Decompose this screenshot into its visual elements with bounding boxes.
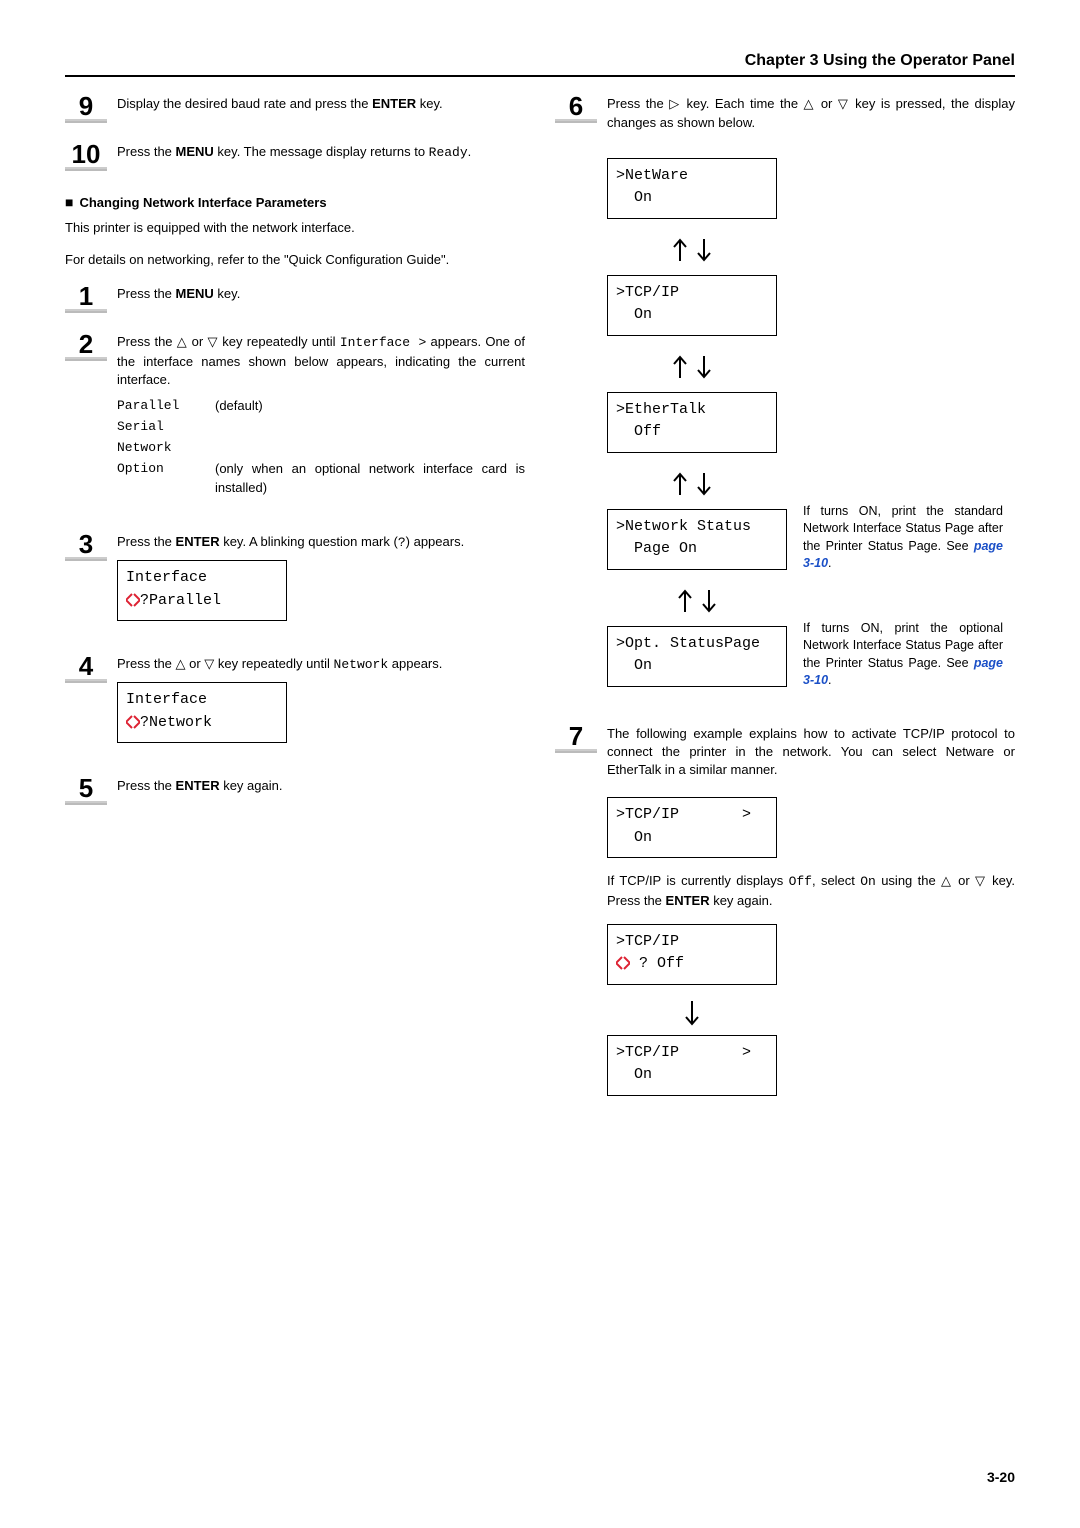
arrow-down-icon bbox=[607, 999, 777, 1027]
intro-paragraph-1: This printer is equipped with the networ… bbox=[65, 219, 525, 237]
step7-text: The following example explains how to ac… bbox=[607, 726, 1015, 777]
lcd-box-network-status: >Network Status Page On bbox=[607, 509, 787, 570]
step-4: 4 Press the △ or ▽ key repeatedly until … bbox=[65, 653, 525, 757]
ready-text: Ready bbox=[429, 145, 468, 160]
blink-cursor-icon bbox=[126, 715, 140, 729]
enter-key: ENTER bbox=[176, 778, 220, 793]
note-network-status: If turns ON, print the standard Network … bbox=[803, 501, 1003, 573]
lcd-box-tcpip-select: >TCP/IP > On bbox=[607, 797, 777, 858]
lcd-box-tcpip-on: >TCP/IP > On bbox=[607, 1035, 777, 1096]
step-7: 7 The following example explains how to … bbox=[555, 723, 1015, 780]
iface-parallel: Parallel bbox=[117, 397, 197, 415]
lcd-box-tcpip-off: >TCP/IP ? Off bbox=[607, 924, 777, 985]
arrow-up-down-icon bbox=[607, 471, 777, 497]
step-3: 3 Press the ENTER key. A blinking questi… bbox=[65, 531, 525, 635]
lcd-box-netware: >NetWare On bbox=[607, 158, 777, 219]
interface-text: Interface > bbox=[340, 335, 426, 350]
step-number-1: 1 bbox=[65, 283, 107, 313]
enter-key: ENTER bbox=[666, 893, 710, 908]
left-column: 9 Display the desired baud rate and pres… bbox=[65, 93, 525, 1109]
iface-option: Option bbox=[117, 460, 197, 496]
interface-list: Parallel(default) Serial Network Option(… bbox=[117, 397, 525, 497]
step-5: 5 Press the ENTER key again. bbox=[65, 775, 525, 805]
tcpip-note: If TCP/IP is currently displays Off, sel… bbox=[607, 872, 1015, 909]
menu-key: MENU bbox=[176, 286, 214, 301]
iface-serial: Serial bbox=[117, 418, 197, 436]
step-number-6: 6 bbox=[555, 93, 597, 123]
step-number-5: 5 bbox=[65, 775, 107, 805]
iface-network: Network bbox=[117, 439, 197, 457]
lcd-box-ethertalk: >EtherTalk Off bbox=[607, 392, 777, 453]
step6-text: Press the ▷ key. Each time the △ or ▽ ke… bbox=[607, 96, 1015, 129]
section-heading: Changing Network Interface Parameters bbox=[65, 193, 525, 213]
step-number-7: 7 bbox=[555, 723, 597, 753]
step10-text: Press the bbox=[117, 144, 176, 159]
arrow-up-down-icon bbox=[607, 588, 787, 614]
step-2: 2 Press the △ or ▽ key repeatedly until … bbox=[65, 331, 525, 513]
step-10: 10 Press the MENU key. The message displ… bbox=[65, 141, 525, 171]
step-number-3: 3 bbox=[65, 531, 107, 561]
lcd-box-opt-status: >Opt. StatusPage On bbox=[607, 626, 787, 687]
lcd-box-parallel: Interface ?Parallel bbox=[117, 560, 287, 621]
step9-text: Display the desired baud rate and press … bbox=[117, 96, 372, 111]
chapter-title: Chapter 3 Using the Operator Panel bbox=[745, 52, 1015, 69]
enter-key: ENTER bbox=[372, 96, 416, 111]
blink-cursor-icon bbox=[616, 956, 630, 970]
step-number-10: 10 bbox=[65, 141, 107, 171]
lcd-box-network: Interface ?Network bbox=[117, 682, 287, 743]
step-9: 9 Display the desired baud rate and pres… bbox=[65, 93, 525, 123]
enter-key: ENTER bbox=[176, 534, 220, 549]
menu-key: MENU bbox=[176, 144, 214, 159]
note-opt-status: If turns ON, print the optional Network … bbox=[803, 618, 1003, 690]
page-header: Chapter 3 Using the Operator Panel bbox=[65, 50, 1015, 77]
network-text: Network bbox=[334, 657, 389, 672]
blink-cursor-icon bbox=[126, 593, 140, 607]
step-number-2: 2 bbox=[65, 331, 107, 361]
right-column: 6 Press the ▷ key. Each time the △ or ▽ … bbox=[555, 93, 1015, 1109]
step-number-4: 4 bbox=[65, 653, 107, 683]
step-6: 6 Press the ▷ key. Each time the △ or ▽ … bbox=[555, 93, 1015, 131]
page-number: 3-20 bbox=[987, 1468, 1015, 1488]
lcd-box-tcpip: >TCP/IP On bbox=[607, 275, 777, 336]
step-1: 1 Press the MENU key. bbox=[65, 283, 525, 313]
intro-paragraph-2: For details on networking, refer to the … bbox=[65, 251, 525, 269]
arrow-up-down-icon bbox=[607, 354, 777, 380]
step-number-9: 9 bbox=[65, 93, 107, 123]
arrow-up-down-icon bbox=[607, 237, 777, 263]
